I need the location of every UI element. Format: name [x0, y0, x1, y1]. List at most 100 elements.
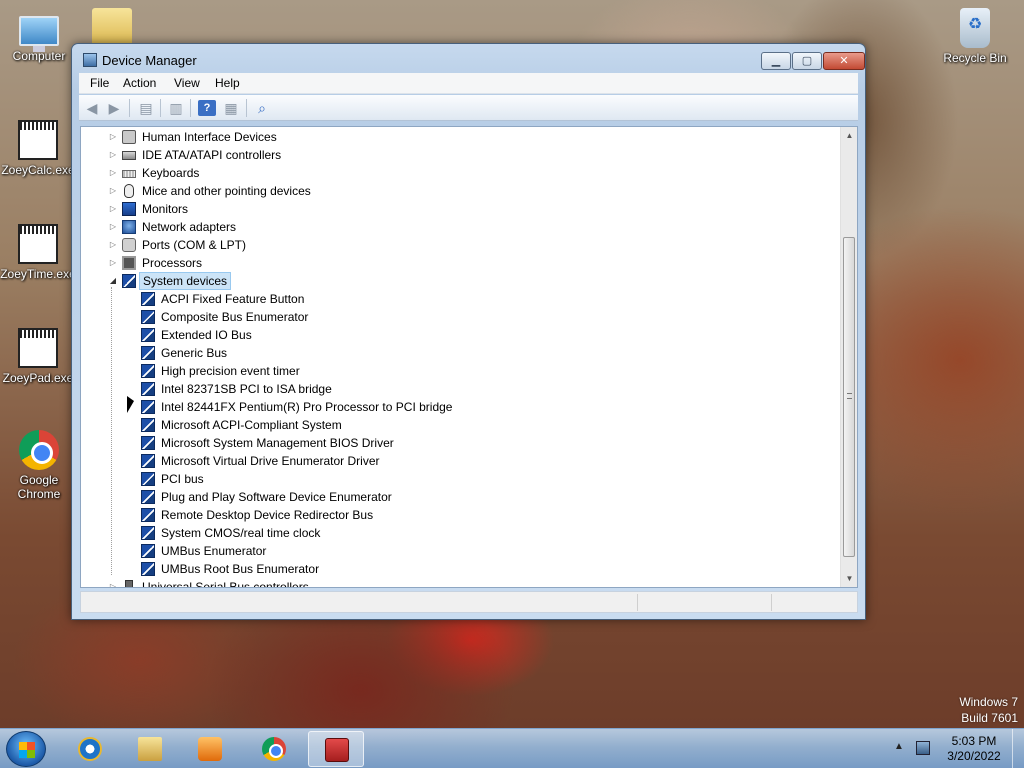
recycle-bin-icon [960, 8, 990, 48]
tree-device-item[interactable]: Generic Bus [81, 344, 821, 362]
tree-device-item[interactable]: Remote Desktop Device Redirector Bus [81, 506, 821, 524]
tree-category-universal-serial-bus-controllers[interactable]: ▷ Universal Serial Bus controllers [81, 578, 821, 587]
expand-arrow-icon[interactable]: ▷ [108, 578, 118, 587]
device-tree: ▷ Human Interface Devices ▷ IDE ATA/ATAP… [81, 127, 841, 587]
tree-category-monitors[interactable]: ▷ Monitors [81, 200, 821, 218]
system-device-icon [141, 346, 155, 360]
tree-category-keyboards[interactable]: ▷ Keyboards [81, 164, 821, 182]
menu-view[interactable]: View [174, 76, 200, 90]
expand-arrow-icon[interactable]: ▷ [108, 254, 118, 272]
tree-device-item[interactable]: Microsoft Virtual Drive Enumerator Drive… [81, 452, 821, 470]
tree-category-processors[interactable]: ▷ Processors [81, 254, 821, 272]
minimize-button[interactable]: ▁ [761, 52, 791, 70]
exe-file-icon [18, 328, 58, 368]
tree-category-mice[interactable]: ▷ Mice and other pointing devices [81, 182, 821, 200]
tree-device-label: Microsoft Virtual Drive Enumerator Drive… [161, 454, 380, 468]
expand-arrow-icon[interactable]: ▷ [108, 182, 118, 200]
tree-device-item[interactable]: System CMOS/real time clock [81, 524, 821, 542]
mouse-pointer-icon [127, 396, 134, 413]
expand-arrow-icon[interactable]: ▷ [108, 164, 118, 182]
scroll-down-arrow-icon[interactable]: ▼ [841, 570, 857, 587]
show-hidden-icons-arrow-icon[interactable]: ▲ [894, 741, 904, 752]
show-desktop-button[interactable] [1012, 729, 1024, 768]
usb-icon [125, 580, 133, 587]
tree-device-item[interactable]: UMBus Root Bus Enumerator [81, 560, 821, 578]
desktop-icon-computer[interactable]: Computer [1, 10, 77, 63]
desktop-icon-recycle-bin[interactable]: Recycle Bin [937, 8, 1013, 65]
tree-device-label: UMBus Root Bus Enumerator [161, 562, 320, 576]
desktop-icon-label: Recycle Bin [943, 51, 1007, 65]
tree-device-item[interactable]: ACPI Fixed Feature Button [81, 290, 821, 308]
scan-hardware-icon[interactable]: ⌕ [253, 100, 271, 116]
start-button[interactable] [6, 731, 46, 767]
scroll-up-arrow-icon[interactable]: ▲ [841, 127, 857, 144]
scrollbar-thumb[interactable] [843, 237, 855, 557]
network-status-icon[interactable] [916, 741, 930, 755]
details-icon[interactable]: ▥ [167, 100, 185, 116]
tree-category-ports[interactable]: ▷ Ports (COM & LPT) [81, 236, 821, 254]
system-device-icon [141, 436, 155, 450]
taskbar-google-chrome[interactable] [246, 731, 302, 767]
tree-category-ide-ata-atapi-controllers[interactable]: ▷ IDE ATA/ATAPI controllers [81, 146, 821, 164]
maximize-button[interactable]: ▢ [792, 52, 822, 70]
taskbar-internet-explorer[interactable] [62, 731, 118, 767]
desktop-icon-zoeycalc[interactable]: ZoeyCalc.exe [0, 120, 76, 177]
system-device-icon [141, 508, 155, 522]
desktop-icon-label: ZoeyCalc.exe [1, 163, 75, 177]
clock-date: 3/20/2022 [947, 749, 1001, 763]
console-tree-icon[interactable]: ▦ [222, 100, 240, 116]
taskbar-device-manager[interactable] [308, 731, 364, 767]
toolbar-separator [129, 99, 130, 117]
expand-arrow-icon[interactable]: ▷ [108, 218, 118, 236]
expand-arrow-icon[interactable]: ▷ [108, 146, 118, 164]
collapse-arrow-icon[interactable]: ◢ [108, 272, 118, 290]
ide-controller-icon [122, 151, 136, 160]
system-device-icon [141, 382, 155, 396]
tree-device-label: Microsoft System Management BIOS Driver [161, 436, 394, 450]
help-icon[interactable]: ? [198, 100, 216, 116]
tree-category-system-devices[interactable]: ◢ System devices [81, 272, 821, 290]
system-device-icon [141, 292, 155, 306]
menu-action[interactable]: Action [123, 76, 156, 90]
expand-arrow-icon[interactable]: ▷ [108, 200, 118, 218]
tree-device-item[interactable]: Extended IO Bus [81, 326, 821, 344]
forward-arrow-icon[interactable]: ▶ [105, 100, 123, 116]
back-arrow-icon[interactable]: ◀ [83, 100, 101, 116]
vertical-scrollbar[interactable]: ▲ ▼ [840, 127, 857, 587]
tree-device-item[interactable]: Microsoft ACPI-Compliant System [81, 416, 821, 434]
tree-device-item[interactable]: High precision event timer [81, 362, 821, 380]
properties-icon[interactable]: ▤ [137, 100, 155, 116]
tree-category-human-interface-devices[interactable]: ▷ Human Interface Devices [81, 128, 821, 146]
exe-file-icon [18, 120, 58, 160]
expand-arrow-icon[interactable]: ▷ [108, 236, 118, 254]
device-tree-pane[interactable]: ▷ Human Interface Devices ▷ IDE ATA/ATAP… [80, 126, 858, 588]
system-device-icon [141, 418, 155, 432]
tree-device-item[interactable]: Intel 82441FX Pentium(R) Pro Processor t… [81, 398, 821, 416]
tree-category-label: Ports (COM & LPT) [142, 238, 247, 252]
tree-device-item[interactable]: Plug and Play Software Device Enumerator [81, 488, 821, 506]
tree-device-label: High precision event timer [161, 364, 300, 378]
network-adapter-icon [122, 220, 136, 234]
desktop-icon-zoeypad[interactable]: ZoeyPad.exe [0, 328, 76, 385]
system-device-icon [141, 454, 155, 468]
tree-device-item[interactable]: PCI bus [81, 470, 821, 488]
menu-file[interactable]: File [90, 76, 109, 90]
tree-device-item[interactable]: Intel 82371SB PCI to ISA bridge [81, 380, 821, 398]
tree-device-item[interactable]: Composite Bus Enumerator [81, 308, 821, 326]
folder-icon [138, 737, 162, 761]
desktop-icon-zoeytime[interactable]: ZoeyTime.exe [0, 224, 76, 281]
tree-device-label: UMBus Enumerator [161, 544, 267, 558]
toolbar-separator [190, 99, 191, 117]
taskbar-media-player[interactable] [182, 731, 238, 767]
desktop-icon-google-chrome[interactable]: Google Chrome [1, 430, 77, 501]
system-clock[interactable]: 5:03 PM 3/20/2022 [938, 734, 1010, 764]
tree-category-network-adapters[interactable]: ▷ Network adapters [81, 218, 821, 236]
close-button[interactable]: ✕ [823, 52, 865, 70]
tree-device-item[interactable]: UMBus Enumerator [81, 542, 821, 560]
tree-device-item[interactable]: Microsoft System Management BIOS Driver [81, 434, 821, 452]
taskbar-windows-explorer[interactable] [122, 731, 178, 767]
menu-help[interactable]: Help [215, 76, 240, 90]
title-bar[interactable]: Device Manager ▁ ▢ ✕ [72, 44, 865, 74]
system-device-icon [141, 364, 155, 378]
expand-arrow-icon[interactable]: ▷ [108, 128, 118, 146]
